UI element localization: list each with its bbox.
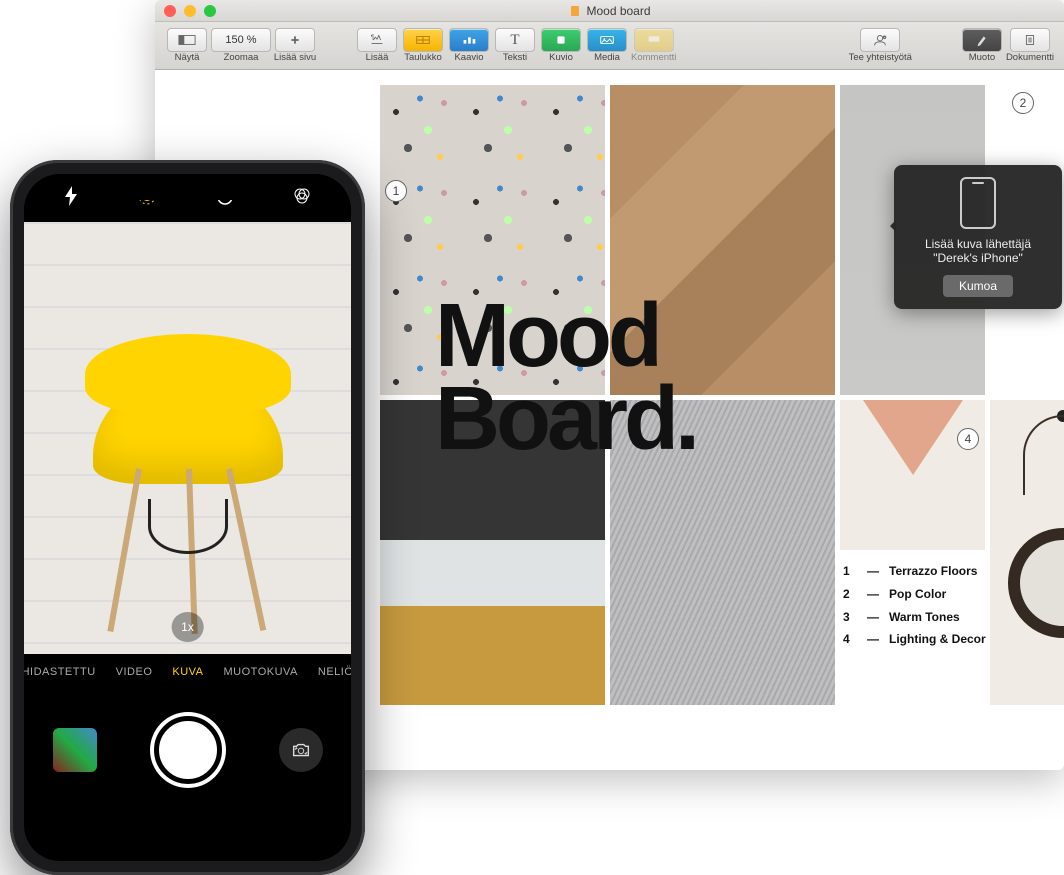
legend-row: 3—Warm Tones: [843, 606, 986, 629]
image-mirror[interactable]: [990, 400, 1064, 705]
popover-undo-button[interactable]: Kumoa: [943, 275, 1013, 297]
mode-slomo[interactable]: HIDASTETTU: [24, 666, 96, 678]
iphone-device: 1x HIDASTETTU VIDEO KUVA MUOTOKUVA NELIÖ: [10, 160, 365, 875]
traffic-lights: [155, 5, 216, 17]
svg-text:¶: ¶: [371, 34, 375, 41]
zoom-value[interactable]: 150 %: [211, 28, 271, 52]
collaborate-label: Tee yhteistyötä: [849, 52, 912, 63]
popover-text-line2: "Derek's iPhone": [904, 251, 1052, 265]
collaborate-button[interactable]: + Tee yhteistyötä: [849, 28, 912, 63]
comment-label: Kommentti: [631, 52, 676, 63]
legend-row: 2—Pop Color: [843, 583, 986, 606]
close-window-button[interactable]: [164, 5, 176, 17]
image-sofa[interactable]: [380, 540, 605, 705]
view-label: Näytä: [175, 52, 200, 63]
camera-viewfinder[interactable]: 1x: [24, 222, 351, 654]
mode-video[interactable]: VIDEO: [116, 666, 153, 678]
filters-icon[interactable]: [292, 186, 312, 211]
callout-4[interactable]: 4: [957, 428, 979, 450]
iphone-outline-icon: [960, 177, 996, 229]
window-titlebar[interactable]: Mood board: [155, 0, 1064, 22]
document-icon: [568, 5, 580, 17]
mode-pano[interactable]: NELIÖ: [318, 666, 351, 678]
heading-line1: Mood: [435, 295, 696, 378]
camera-mode-selector[interactable]: HIDASTETTU VIDEO KUVA MUOTOKUVA NELIÖ: [24, 654, 351, 690]
iphone-notch: [108, 174, 268, 200]
callout-1[interactable]: 1: [385, 180, 407, 202]
window-title: Mood board: [568, 4, 650, 18]
popover-text-line1: Lisää kuva lähettäjä: [904, 237, 1052, 251]
document-label: Dokumentti: [1006, 52, 1054, 63]
table-button[interactable]: Taulukko: [401, 28, 445, 63]
mode-portrait[interactable]: MUOTOKUVA: [224, 666, 298, 678]
zoom-level-button[interactable]: 1x: [171, 612, 204, 642]
insert-button[interactable]: ¶ Lisää: [355, 28, 399, 63]
format-button[interactable]: Muoto: [960, 28, 1004, 63]
media-button[interactable]: Media: [585, 28, 629, 63]
moodboard-heading[interactable]: Mood Board.: [435, 295, 696, 461]
legend-row: 1—Terrazzo Floors: [843, 560, 986, 583]
mode-photo[interactable]: KUVA: [172, 666, 203, 678]
mirror-circle: [1008, 528, 1064, 638]
heading-line2: Board.: [435, 378, 696, 461]
yellow-chair-subject: [93, 374, 283, 484]
continuity-camera-popover: Lisää kuva lähettäjä "Derek's iPhone" Ku…: [894, 165, 1062, 309]
legend: 1—Terrazzo Floors 2—Pop Color 3—Warm Ton…: [843, 560, 986, 651]
shape-button[interactable]: Kuvio: [539, 28, 583, 63]
last-photo-thumbnail[interactable]: [53, 728, 97, 772]
flip-camera-button[interactable]: [279, 728, 323, 772]
window-title-text: Mood board: [586, 4, 650, 18]
insert-label: Lisää: [366, 52, 389, 63]
iphone-screen: 1x HIDASTETTU VIDEO KUVA MUOTOKUVA NELIÖ: [24, 174, 351, 861]
media-label: Media: [594, 52, 620, 63]
fullscreen-window-button[interactable]: [204, 5, 216, 17]
flash-icon[interactable]: [63, 186, 79, 211]
document-button[interactable]: Dokumentti: [1006, 28, 1054, 63]
zoom-dropdown[interactable]: 150 % Zoomaa: [211, 28, 271, 63]
minimize-window-button[interactable]: [184, 5, 196, 17]
text-button[interactable]: T Teksti: [493, 28, 537, 63]
table-label: Taulukko: [404, 52, 442, 63]
add-page-button[interactable]: Lisää sivu: [273, 28, 317, 63]
image-lamp[interactable]: [840, 400, 985, 550]
chart-button[interactable]: Kaavio: [447, 28, 491, 63]
callout-2[interactable]: 2: [1012, 92, 1034, 114]
mirror-strap: [1023, 415, 1064, 495]
text-label: Teksti: [503, 52, 527, 63]
comment-button[interactable]: Kommentti: [631, 28, 676, 63]
camera-bottom-controls: [24, 690, 351, 810]
zoom-label: Zoomaa: [224, 52, 259, 63]
add-page-label: Lisää sivu: [274, 52, 316, 63]
chart-label: Kaavio: [454, 52, 483, 63]
shape-label: Kuvio: [549, 52, 573, 63]
svg-text:+: +: [884, 36, 886, 40]
toolbar: Näytä 150 % Zoomaa Lisää sivu ¶ Lisää Ta…: [155, 22, 1064, 70]
lamp-shape: [863, 400, 963, 475]
format-label: Muoto: [969, 52, 995, 63]
legend-row: 4—Lighting & Decor: [843, 628, 986, 651]
shutter-button[interactable]: [154, 716, 222, 784]
view-button[interactable]: Näytä: [165, 28, 209, 63]
